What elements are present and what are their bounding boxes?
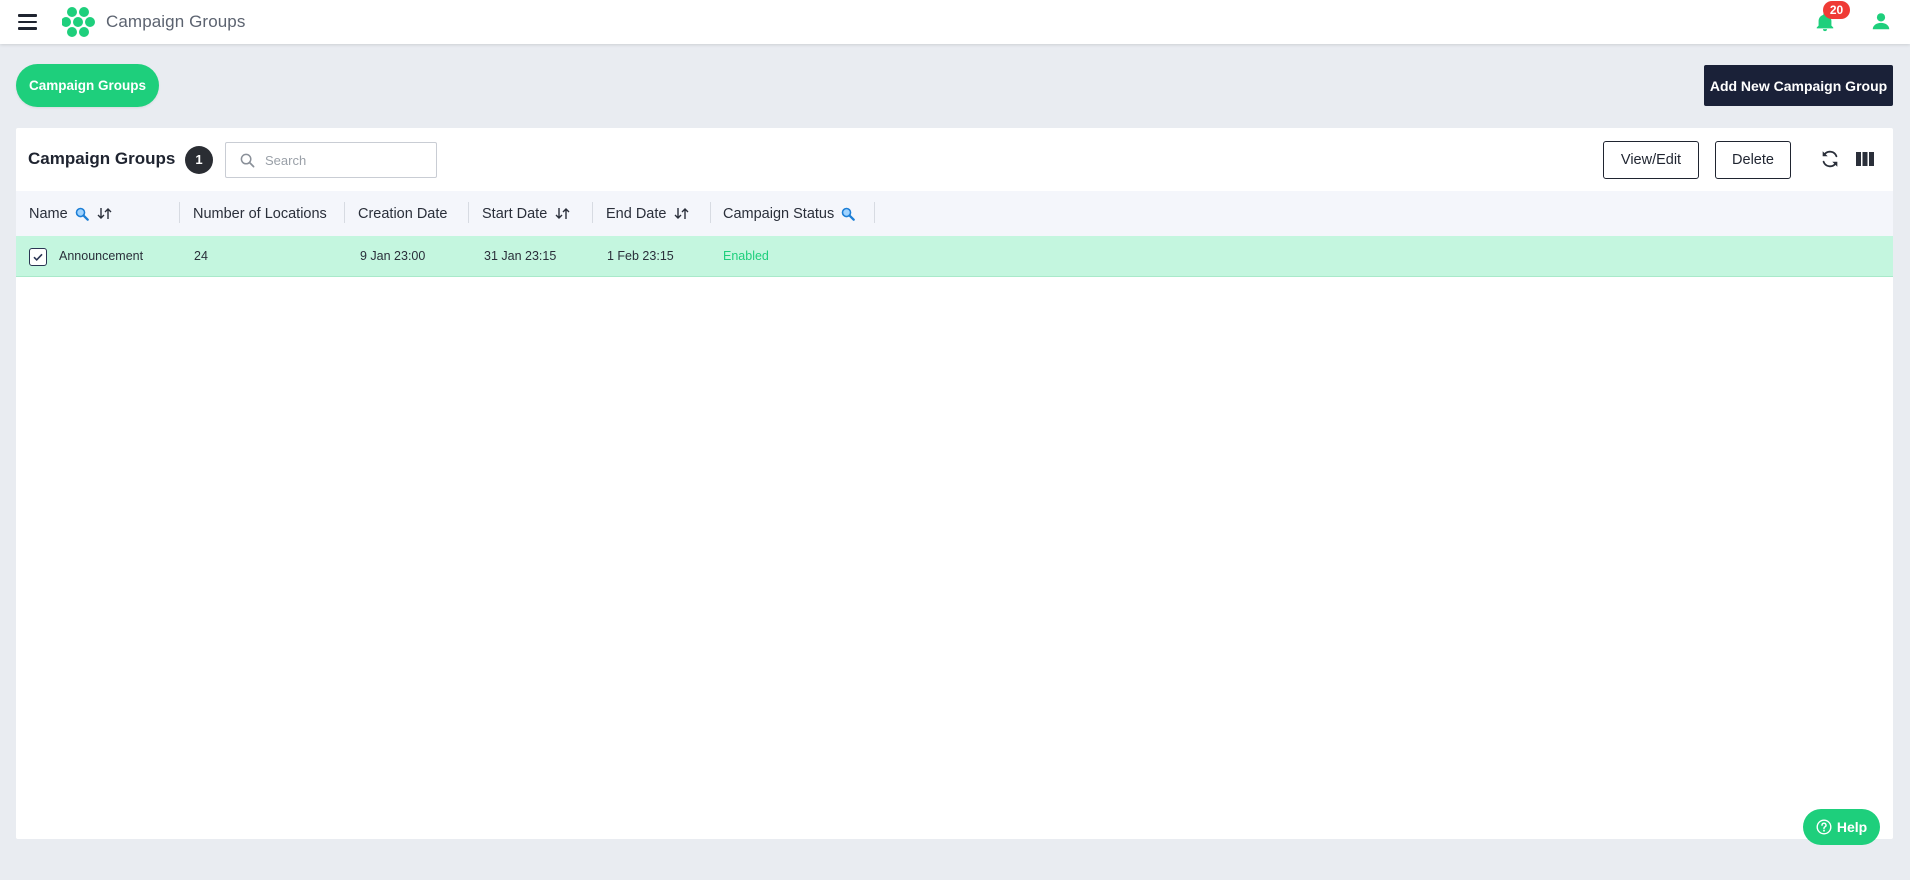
column-header-locations[interactable]: Number of Locations xyxy=(180,191,345,236)
help-label: Help xyxy=(1836,819,1868,835)
table-row[interactable]: Announcement 24 9 Jan 23:00 31 Jan 23:15… xyxy=(16,236,1893,277)
column-header-name[interactable]: Name xyxy=(16,191,180,236)
filter-search-icon[interactable] xyxy=(75,207,89,221)
campaign-groups-card: Campaign Groups 1 View/Edit Delete Name xyxy=(16,128,1893,839)
hexagon-logo-icon xyxy=(62,7,95,37)
row-checkbox[interactable] xyxy=(29,248,47,266)
status-badge: Enabled xyxy=(723,249,769,263)
notification-badge: 20 xyxy=(1823,1,1850,19)
sort-icon[interactable] xyxy=(555,207,570,220)
column-label: Name xyxy=(29,205,68,222)
cell-end-date: 1 Feb 23:15 xyxy=(607,249,674,263)
user-icon[interactable] xyxy=(1870,10,1892,32)
view-edit-button[interactable]: View/Edit xyxy=(1603,141,1699,179)
column-header-start-date[interactable]: Start Date xyxy=(469,191,593,236)
help-button[interactable]: Help xyxy=(1803,809,1880,845)
cell-creation-date: 9 Jan 23:00 xyxy=(360,249,426,263)
delete-button[interactable]: Delete xyxy=(1715,141,1791,179)
cell-name: Announcement xyxy=(59,249,144,263)
hamburger-menu-icon[interactable] xyxy=(18,12,40,32)
top-bar: Campaign Groups 20 xyxy=(0,0,1910,44)
column-header-end-date[interactable]: End Date xyxy=(593,191,711,236)
add-new-campaign-group-button[interactable]: Add New Campaign Group xyxy=(1704,65,1893,106)
search-box[interactable] xyxy=(225,142,437,178)
column-label: Start Date xyxy=(482,205,548,222)
campaign-groups-button[interactable]: Campaign Groups xyxy=(16,64,159,107)
table-header: Name Number of Locations Creation Date S… xyxy=(16,191,1893,236)
column-label: Number of Locations xyxy=(193,205,327,222)
card-title: Campaign Groups xyxy=(28,149,176,168)
sort-icon[interactable] xyxy=(674,207,689,220)
cell-start-date: 31 Jan 23:15 xyxy=(484,249,557,263)
columns-icon[interactable] xyxy=(1855,149,1875,169)
column-label: Campaign Status xyxy=(723,205,835,222)
search-input[interactable] xyxy=(265,145,425,175)
count-badge: 1 xyxy=(185,146,213,174)
column-header-creation-date[interactable]: Creation Date xyxy=(345,191,469,236)
column-header-campaign-status[interactable]: Campaign Status xyxy=(711,191,875,236)
search-icon xyxy=(240,153,255,167)
column-label: End Date xyxy=(606,205,667,222)
app-title: Campaign Groups xyxy=(106,12,246,31)
cell-locations: 24 xyxy=(194,249,208,263)
check-icon xyxy=(33,253,43,262)
refresh-icon[interactable] xyxy=(1819,148,1841,170)
filter-search-icon[interactable] xyxy=(841,207,856,221)
help-circle-icon xyxy=(1816,819,1832,835)
sort-icon[interactable] xyxy=(97,207,112,220)
column-label: Creation Date xyxy=(358,205,448,222)
